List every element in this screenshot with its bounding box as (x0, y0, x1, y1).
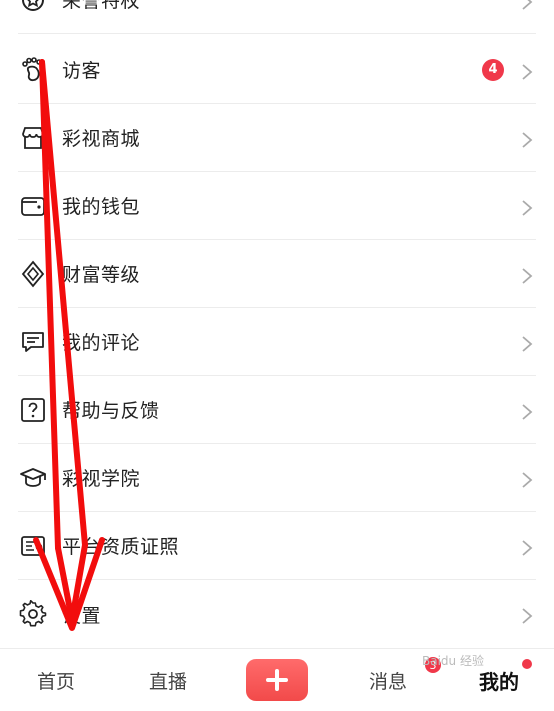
license-icon (18, 531, 48, 561)
tab-messages-label: 消息 (368, 670, 407, 693)
chevron-right-icon (520, 471, 534, 488)
tab-home[interactable]: 首页 (26, 649, 86, 711)
menu-item-comments[interactable]: 我的评论 (18, 308, 536, 376)
tab-home-label: 首页 (36, 670, 75, 693)
menu-item-label: 平台资质证照 (62, 536, 180, 558)
menu-item-settings[interactable]: 设置 (18, 580, 536, 648)
menu-item-store[interactable]: 彩视商城 (18, 104, 536, 172)
footprint-icon (18, 55, 48, 85)
menu-item-label: 荣誉特权 (62, 0, 141, 12)
menu-item-licenses[interactable]: 平台资质证照 (18, 512, 536, 580)
wallet-icon (18, 191, 48, 221)
chevron-right-icon (520, 607, 534, 624)
menu-item-label: 访客 (62, 60, 102, 82)
medal-icon (18, 0, 48, 15)
menu-item-label: 彩视商城 (62, 128, 141, 150)
graduation-cap-icon (18, 463, 48, 493)
chevron-right-icon (520, 403, 534, 420)
menu-item-visitors[interactable]: 访客 4 (18, 36, 536, 104)
menu-item-label: 设置 (62, 604, 102, 627)
chevron-right-icon (520, 335, 534, 352)
menu-item-label: 彩视学院 (62, 468, 141, 490)
store-icon (18, 123, 48, 153)
menu-item-label: 财富等级 (62, 264, 141, 286)
create-post-button[interactable] (246, 659, 308, 701)
menu-item-label: 帮助与反馈 (62, 400, 160, 422)
menu-item-label: 我的钱包 (62, 196, 141, 218)
chevron-right-icon (520, 267, 534, 284)
chevron-right-icon (520, 0, 534, 10)
diamond-icon (18, 259, 48, 289)
chevron-right-icon (520, 539, 534, 556)
menu-item-academy[interactable]: 彩视学院 (18, 444, 536, 512)
menu-item-honor[interactable]: 荣誉特权 (18, 0, 536, 34)
watermark: Baidu 经验 (422, 654, 484, 668)
gear-icon (18, 599, 48, 629)
chevron-right-icon (520, 63, 534, 80)
comment-icon (18, 327, 48, 357)
tab-messages[interactable]: 消息 (358, 649, 418, 711)
menu-item-wallet[interactable]: 我的钱包 (18, 172, 536, 240)
chevron-right-icon (520, 199, 534, 216)
menu-item-help-feedback[interactable]: 帮助与反馈 (18, 376, 536, 444)
mine-notification-dot (522, 659, 532, 669)
tab-mine-label: 我的 (479, 669, 519, 694)
menu-item-wealth-level[interactable]: 财富等级 (18, 240, 536, 308)
tab-live-label: 直播 (148, 670, 187, 693)
question-icon (18, 395, 48, 425)
visitors-count-badge: 4 (482, 58, 504, 81)
menu-item-label: 我的评论 (62, 332, 141, 354)
chevron-right-icon (520, 131, 534, 148)
tab-live[interactable]: 直播 (138, 649, 198, 711)
plus-icon (266, 669, 288, 691)
